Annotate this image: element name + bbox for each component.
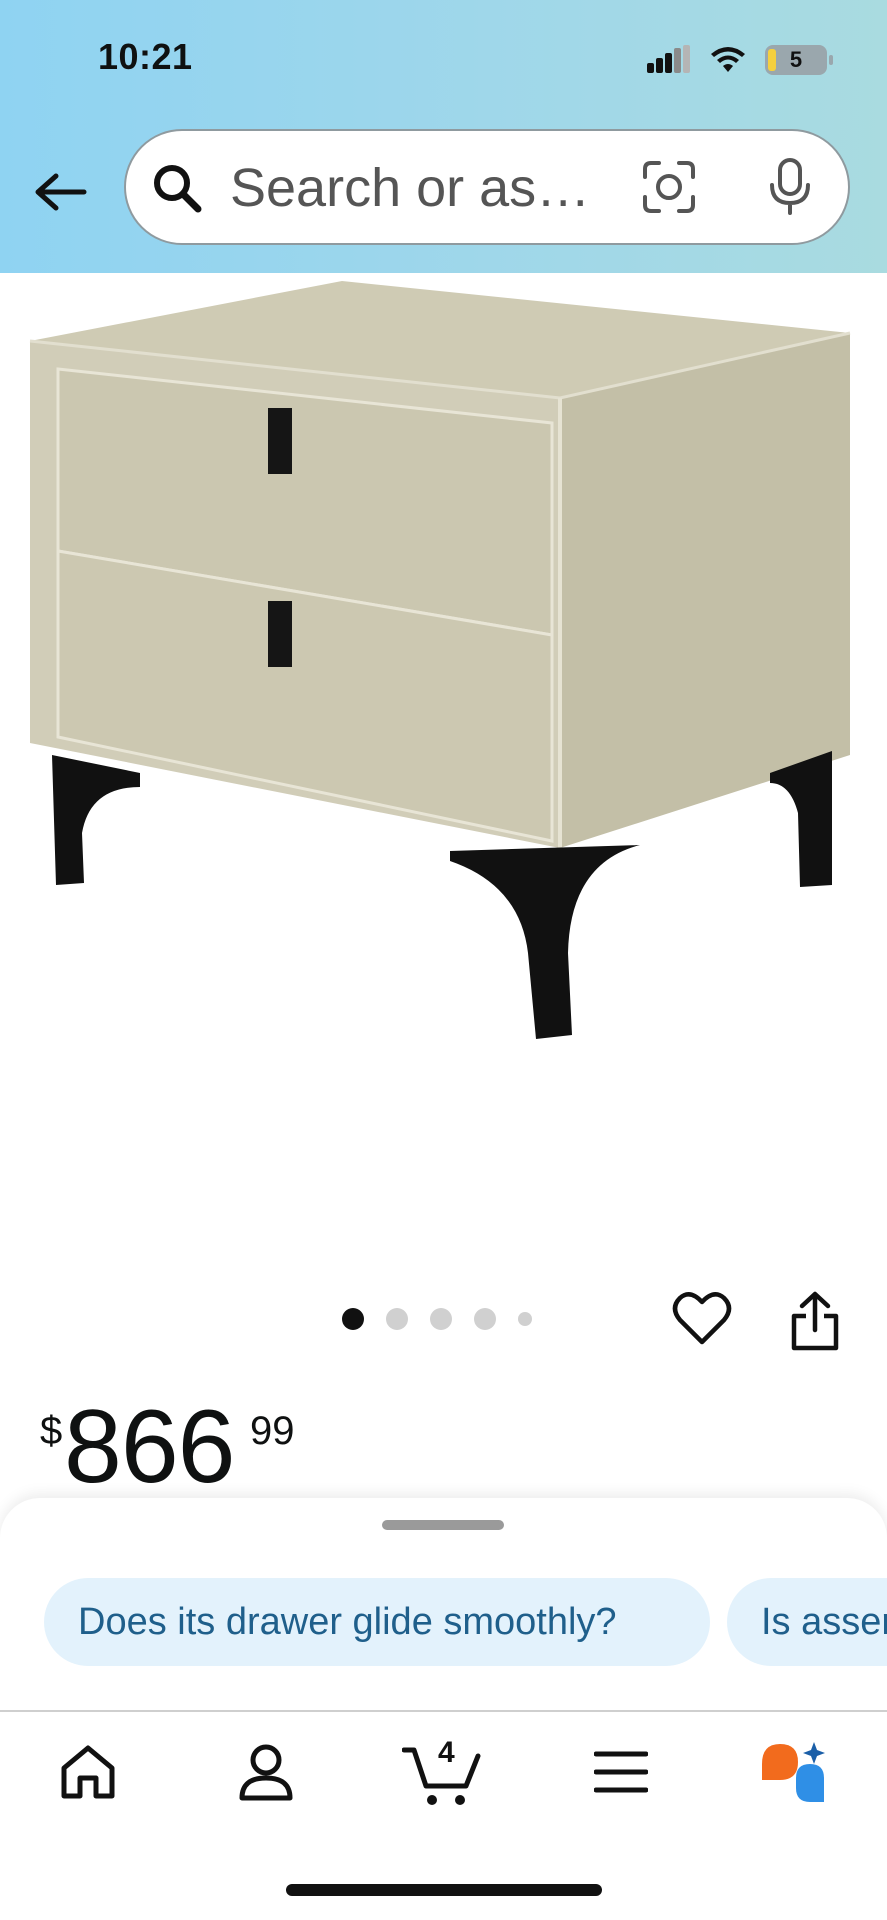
wifi-icon — [711, 47, 745, 72]
carousel-dot[interactable] — [342, 1308, 364, 1330]
search-input[interactable]: Search or as… — [230, 157, 590, 219]
price-fraction: 99 — [250, 1409, 295, 1453]
carousel-dot[interactable] — [518, 1312, 532, 1326]
cellular-signal-icon — [647, 45, 690, 73]
image-carousel-indicator[interactable] — [342, 1308, 532, 1330]
drawer-handle-top — [268, 408, 292, 474]
share-icon[interactable] — [790, 1290, 840, 1352]
microphone-icon[interactable] — [766, 157, 814, 217]
carousel-dot[interactable] — [386, 1308, 408, 1330]
suggestions-sheet: Does its drawer glide smoothly? Is asser — [0, 1498, 887, 1710]
nav-account[interactable] — [236, 1742, 296, 1807]
menu-icon — [593, 1751, 649, 1793]
carousel-dot[interactable] — [474, 1308, 496, 1330]
account-icon — [239, 1744, 293, 1801]
back-button[interactable] — [28, 160, 92, 224]
suggestion-chip[interactable]: Does its drawer glide smoothly? — [44, 1578, 710, 1666]
search-bar[interactable]: Search or as… — [124, 129, 850, 245]
sheet-drag-handle[interactable] — [382, 1520, 504, 1530]
nav-cart[interactable]: 4 — [401, 1736, 482, 1813]
camera-lens-icon[interactable] — [641, 159, 697, 215]
price-currency: $ — [40, 1409, 63, 1453]
cart-count-badge: 4 — [438, 1736, 455, 1769]
price-whole: 866 — [64, 1389, 236, 1505]
status-icons: 5 — [647, 40, 833, 80]
nav-menu[interactable] — [593, 1750, 649, 1799]
battery-indicator: 5 — [765, 45, 833, 75]
heart-icon[interactable] — [672, 1290, 732, 1346]
battery-level: 5 — [789, 47, 803, 72]
home-icon — [61, 1745, 115, 1799]
suggestion-chip[interactable]: Is asser — [727, 1578, 887, 1666]
nav-home[interactable] — [58, 1742, 118, 1807]
back-arrow-icon — [35, 173, 87, 211]
status-time: 10:21 — [98, 36, 193, 77]
rufus-icon — [762, 1742, 825, 1802]
nightstand-image[interactable] — [0, 273, 887, 1253]
drawer-handle-bottom — [268, 601, 292, 667]
carousel-dot[interactable] — [430, 1308, 452, 1330]
search-icon — [154, 165, 202, 213]
nav-rufus[interactable] — [756, 1738, 832, 1811]
app-header: 10:21 5 Search or as… — [0, 0, 887, 273]
home-indicator[interactable] — [286, 1884, 602, 1896]
